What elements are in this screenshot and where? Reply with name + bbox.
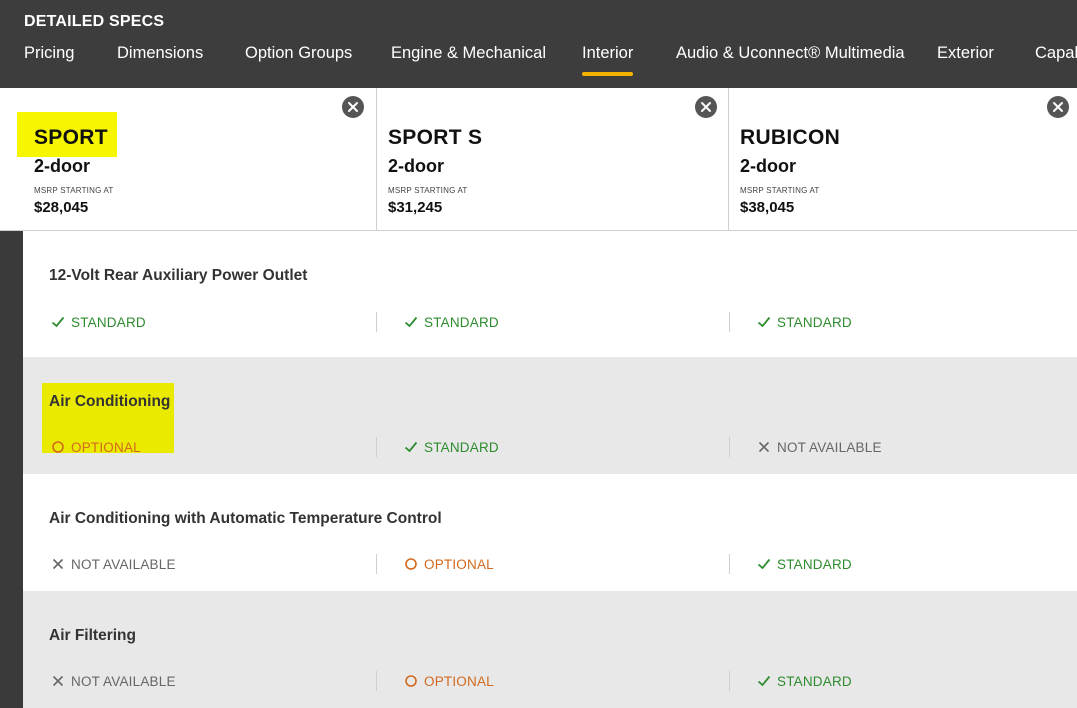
trim-price: $31,245 bbox=[388, 199, 443, 216]
column-divider bbox=[376, 437, 377, 457]
trim-doors: 2-door bbox=[740, 156, 796, 176]
tab-engine-mechanical[interactable]: Engine & Mechanical bbox=[391, 44, 546, 63]
check-icon bbox=[757, 675, 771, 687]
x-icon bbox=[52, 558, 64, 570]
page-title: DETAILED SPECS bbox=[24, 13, 165, 30]
check-icon bbox=[757, 316, 771, 328]
feature-row: Air Filtering NOT AVAILABLE OPTIONAL STA… bbox=[23, 591, 1077, 708]
circle-icon bbox=[405, 675, 417, 687]
msrp-label: MSRP STARTING AT bbox=[34, 186, 114, 195]
column-divider bbox=[729, 671, 730, 691]
feature-row: Air Conditioning OPTIONAL STANDARD NOT A… bbox=[23, 357, 1077, 474]
tab-pricing[interactable]: Pricing bbox=[24, 44, 74, 63]
remove-trim-button[interactable] bbox=[695, 96, 717, 118]
feature-title: 12-Volt Rear Auxiliary Power Outlet bbox=[49, 267, 308, 284]
circle-icon bbox=[405, 558, 417, 570]
close-icon bbox=[1053, 102, 1063, 112]
trim-name: SPORT bbox=[34, 126, 108, 149]
x-icon bbox=[758, 441, 770, 453]
trim-card-rubicon: RUBICON 2-door MSRP STARTING AT $38,045 bbox=[728, 88, 1077, 230]
trim-card-sport-s: SPORT S 2-door MSRP STARTING AT $31,245 bbox=[376, 88, 729, 230]
trim-comparison-cards: SPORT 2-door MSRP STARTING AT $28,045 SP… bbox=[0, 88, 1077, 231]
trim-doors: 2-door bbox=[388, 156, 444, 176]
close-icon bbox=[701, 102, 711, 112]
tab-audio-uconnect[interactable]: Audio & Uconnect® Multimedia bbox=[676, 44, 905, 63]
feature-row: 12-Volt Rear Auxiliary Power Outlet STAN… bbox=[23, 240, 1077, 357]
feature-title: Air Conditioning bbox=[49, 393, 171, 410]
column-divider bbox=[376, 312, 377, 332]
feature-title: Air Conditioning with Automatic Temperat… bbox=[49, 510, 442, 527]
trim-price: $38,045 bbox=[740, 199, 795, 216]
trim-card-sport: SPORT 2-door MSRP STARTING AT $28,045 bbox=[0, 88, 376, 230]
trim-doors: 2-door bbox=[34, 156, 90, 176]
close-icon bbox=[348, 102, 358, 112]
feature-title: Air Filtering bbox=[49, 627, 136, 644]
spec-tabs: Pricing Dimensions Option Groups Engine … bbox=[0, 44, 1077, 78]
check-icon bbox=[51, 316, 65, 328]
check-icon bbox=[404, 316, 418, 328]
trim-price: $28,045 bbox=[34, 199, 89, 216]
check-icon bbox=[404, 441, 418, 453]
tab-exterior[interactable]: Exterior bbox=[937, 44, 994, 63]
active-tab-indicator bbox=[582, 72, 634, 76]
column-divider bbox=[729, 554, 730, 574]
tab-dimensions[interactable]: Dimensions bbox=[117, 44, 203, 63]
msrp-label: MSRP STARTING AT bbox=[388, 186, 468, 195]
tab-capability[interactable]: Capab bbox=[1035, 44, 1077, 63]
check-icon bbox=[757, 558, 771, 570]
trim-name: SPORT S bbox=[388, 126, 483, 149]
column-divider bbox=[376, 671, 377, 691]
x-icon bbox=[52, 675, 64, 687]
circle-icon bbox=[52, 441, 64, 453]
feature-row: Air Conditioning with Automatic Temperat… bbox=[23, 474, 1077, 591]
remove-trim-button[interactable] bbox=[342, 96, 364, 118]
feature-comparison-table: 12-Volt Rear Auxiliary Power Outlet STAN… bbox=[23, 231, 1077, 708]
tab-option-groups[interactable]: Option Groups bbox=[245, 44, 352, 63]
specs-header: DETAILED SPECS Pricing Dimensions Option… bbox=[0, 0, 1077, 88]
tab-interior[interactable]: Interior bbox=[582, 44, 634, 76]
remove-trim-button[interactable] bbox=[1047, 96, 1069, 118]
msrp-label: MSRP STARTING AT bbox=[740, 186, 820, 195]
column-divider bbox=[376, 554, 377, 574]
column-divider bbox=[729, 437, 730, 457]
trim-name: RUBICON bbox=[740, 126, 841, 149]
column-divider bbox=[729, 312, 730, 332]
